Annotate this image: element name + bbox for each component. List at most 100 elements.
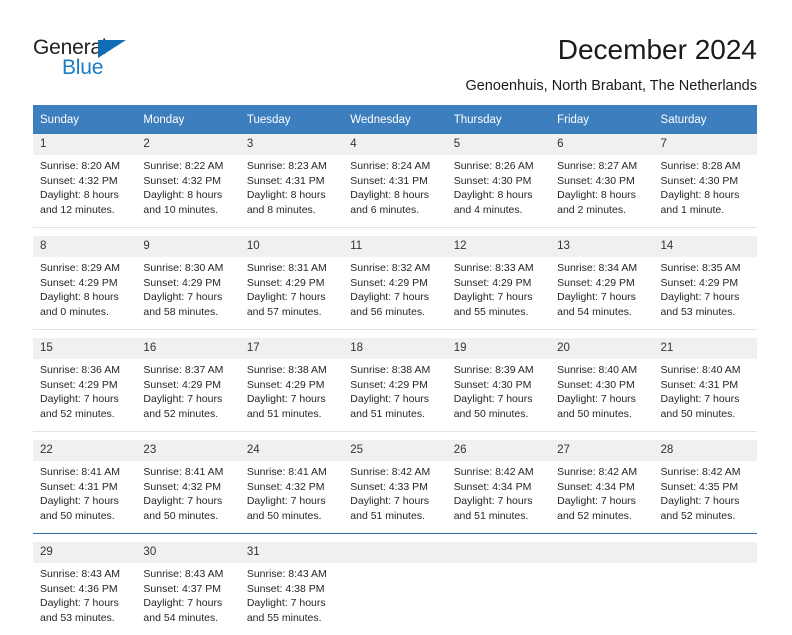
sunrise-text: Sunrise: 8:42 AM xyxy=(557,466,638,478)
day-number[interactable]: 12 xyxy=(446,236,551,257)
daylight-text-2: and 51 minutes. xyxy=(453,509,529,522)
week-separator-cell xyxy=(33,227,757,236)
day-number[interactable]: 8 xyxy=(33,236,137,257)
day-cell[interactable]: Sunrise: 8:28 AM Sunset: 4:30 PM Dayligh… xyxy=(653,155,757,228)
sunset-text: Sunset: 4:31 PM xyxy=(660,378,739,391)
day-number[interactable]: 1 xyxy=(33,134,137,155)
sunset-text: Sunset: 4:37 PM xyxy=(143,582,222,595)
day-number[interactable]: 19 xyxy=(446,338,551,359)
day-cell[interactable]: Sunrise: 8:31 AM Sunset: 4:29 PM Dayligh… xyxy=(239,257,344,330)
weekday-header-thursday: Thursday xyxy=(446,105,551,134)
brand-logo[interactable]: General Blue xyxy=(33,36,183,88)
day-number[interactable]: 16 xyxy=(136,338,240,359)
day-number[interactable]: 10 xyxy=(239,236,344,257)
daylight-text-2: and 2 minutes. xyxy=(557,203,626,216)
daylight-text-1: Daylight: 8 hours xyxy=(660,189,740,202)
sunrise-text: Sunrise: 8:34 AM xyxy=(557,262,638,274)
day-number[interactable]: 27 xyxy=(550,440,654,461)
daylight-text-1: Daylight: 8 hours xyxy=(350,189,430,202)
weekday-header-monday: Monday xyxy=(136,105,240,134)
day-number[interactable]: 26 xyxy=(446,440,551,461)
day-cell[interactable]: Sunrise: 8:38 AM Sunset: 4:29 PM Dayligh… xyxy=(239,359,344,432)
day-number[interactable]: 23 xyxy=(136,440,240,461)
daylight-text-2: and 54 minutes. xyxy=(143,611,219,624)
sunrise-text: Sunrise: 8:22 AM xyxy=(143,160,224,172)
day-cell[interactable]: Sunrise: 8:29 AM Sunset: 4:29 PM Dayligh… xyxy=(33,257,137,330)
day-number[interactable]: 22 xyxy=(33,440,137,461)
day-number[interactable]: 30 xyxy=(136,542,240,563)
day-number[interactable]: 9 xyxy=(136,236,240,257)
day-cell[interactable]: Sunrise: 8:23 AM Sunset: 4:31 PM Dayligh… xyxy=(239,155,344,228)
day-cell[interactable]: Sunrise: 8:36 AM Sunset: 4:29 PM Dayligh… xyxy=(33,359,137,432)
sunset-text: Sunset: 4:33 PM xyxy=(350,480,428,493)
day-cell[interactable]: Sunrise: 8:42 AM Sunset: 4:35 PM Dayligh… xyxy=(653,461,757,534)
day-cell[interactable]: Sunrise: 8:41 AM Sunset: 4:31 PM Dayligh… xyxy=(33,461,137,534)
daylight-text-2: and 50 minutes. xyxy=(453,407,529,420)
daylight-text-1: Daylight: 8 hours xyxy=(143,189,223,202)
day-number[interactable]: 21 xyxy=(653,338,757,359)
day-cell[interactable]: Sunrise: 8:42 AM Sunset: 4:34 PM Dayligh… xyxy=(550,461,654,534)
day-number[interactable]: 24 xyxy=(239,440,344,461)
day-cell[interactable]: Sunrise: 8:30 AM Sunset: 4:29 PM Dayligh… xyxy=(136,257,240,330)
sunrise-text: Sunrise: 8:36 AM xyxy=(40,364,120,376)
day-cell[interactable]: Sunrise: 8:43 AM Sunset: 4:37 PM Dayligh… xyxy=(136,563,240,635)
daylight-text-1: Daylight: 7 hours xyxy=(246,291,326,304)
sunrise-text: Sunrise: 8:23 AM xyxy=(246,160,327,172)
daylight-text-2: and 10 minutes. xyxy=(143,203,219,216)
day-number[interactable]: 3 xyxy=(239,134,344,155)
day-number[interactable]: 5 xyxy=(446,134,551,155)
brand-name-blue: Blue xyxy=(62,56,104,79)
day-number[interactable]: 20 xyxy=(550,338,654,359)
day-number[interactable]: 7 xyxy=(653,134,757,155)
day-cell[interactable]: Sunrise: 8:41 AM Sunset: 4:32 PM Dayligh… xyxy=(136,461,240,534)
day-number[interactable]: 13 xyxy=(550,236,654,257)
day-number[interactable]: 31 xyxy=(239,542,344,563)
week-separator xyxy=(33,431,757,440)
day-number[interactable]: 4 xyxy=(343,134,447,155)
day-cell[interactable]: Sunrise: 8:32 AM Sunset: 4:29 PM Dayligh… xyxy=(343,257,447,330)
day-cell[interactable]: Sunrise: 8:41 AM Sunset: 4:32 PM Dayligh… xyxy=(239,461,344,534)
day-cell[interactable]: Sunrise: 8:43 AM Sunset: 4:36 PM Dayligh… xyxy=(33,563,137,635)
daylight-text-2: and 51 minutes. xyxy=(350,509,425,522)
page-title: December 2024 xyxy=(557,34,757,65)
daylight-text-2: and 12 minutes. xyxy=(40,203,115,216)
daylight-text-1: Daylight: 7 hours xyxy=(350,291,430,304)
day-cell[interactable]: Sunrise: 8:40 AM Sunset: 4:31 PM Dayligh… xyxy=(653,359,757,432)
day-cell[interactable]: Sunrise: 8:43 AM Sunset: 4:38 PM Dayligh… xyxy=(239,563,344,635)
day-number[interactable]: 14 xyxy=(653,236,757,257)
day-number[interactable]: 2 xyxy=(136,134,240,155)
day-cell[interactable]: Sunrise: 8:22 AM Sunset: 4:32 PM Dayligh… xyxy=(136,155,240,228)
day-cell[interactable]: Sunrise: 8:39 AM Sunset: 4:30 PM Dayligh… xyxy=(446,359,551,432)
sunrise-text: Sunrise: 8:31 AM xyxy=(246,262,327,274)
day-number[interactable]: 6 xyxy=(550,134,654,155)
week-row-daynumbers: 15 16 17 18 19 20 21 xyxy=(33,338,757,359)
day-number[interactable]: 29 xyxy=(33,542,137,563)
day-number[interactable]: 28 xyxy=(653,440,757,461)
weekday-header-friday: Friday xyxy=(550,105,654,134)
sunrise-text: Sunrise: 8:42 AM xyxy=(350,466,431,478)
day-number[interactable]: 18 xyxy=(343,338,447,359)
sunrise-text: Sunrise: 8:40 AM xyxy=(557,364,638,376)
daylight-text-2: and 51 minutes. xyxy=(246,407,322,420)
sunrise-text: Sunrise: 8:39 AM xyxy=(453,364,534,376)
daylight-text-1: Daylight: 7 hours xyxy=(40,597,119,610)
day-number[interactable]: 11 xyxy=(343,236,447,257)
day-cell[interactable]: Sunrise: 8:27 AM Sunset: 4:30 PM Dayligh… xyxy=(550,155,654,228)
day-cell[interactable]: Sunrise: 8:38 AM Sunset: 4:29 PM Dayligh… xyxy=(343,359,447,432)
day-cell[interactable]: Sunrise: 8:37 AM Sunset: 4:29 PM Dayligh… xyxy=(136,359,240,432)
day-number[interactable]: 15 xyxy=(33,338,137,359)
day-cell[interactable]: Sunrise: 8:26 AM Sunset: 4:30 PM Dayligh… xyxy=(446,155,551,228)
day-cell[interactable]: Sunrise: 8:34 AM Sunset: 4:29 PM Dayligh… xyxy=(550,257,654,330)
day-cell[interactable]: Sunrise: 8:35 AM Sunset: 4:29 PM Dayligh… xyxy=(653,257,757,330)
day-number[interactable]: 17 xyxy=(239,338,344,359)
day-cell[interactable]: Sunrise: 8:40 AM Sunset: 4:30 PM Dayligh… xyxy=(550,359,654,432)
day-cell[interactable]: Sunrise: 8:24 AM Sunset: 4:31 PM Dayligh… xyxy=(343,155,447,228)
day-cell[interactable]: Sunrise: 8:42 AM Sunset: 4:34 PM Dayligh… xyxy=(446,461,551,534)
day-number[interactable]: 25 xyxy=(343,440,447,461)
day-cell[interactable]: Sunrise: 8:42 AM Sunset: 4:33 PM Dayligh… xyxy=(343,461,447,534)
day-cell[interactable]: Sunrise: 8:20 AM Sunset: 4:32 PM Dayligh… xyxy=(33,155,137,228)
sunset-text: Sunset: 4:30 PM xyxy=(660,174,739,187)
sunrise-text: Sunrise: 8:42 AM xyxy=(660,466,741,478)
day-cell[interactable]: Sunrise: 8:33 AM Sunset: 4:29 PM Dayligh… xyxy=(446,257,551,330)
day-cell-empty xyxy=(550,563,654,635)
